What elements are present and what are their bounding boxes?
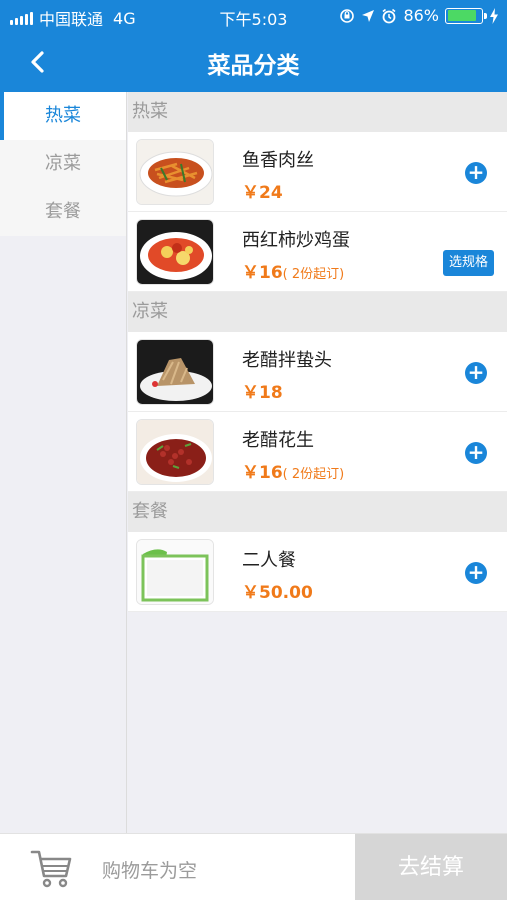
section-header: 热菜: [128, 92, 507, 132]
price-value: ￥18: [242, 383, 283, 403]
add-to-cart-button[interactable]: +: [465, 562, 487, 584]
dish-name: 二人餐: [242, 550, 296, 571]
dish-list[interactable]: 热菜 鱼香肉丝 ￥24 + 西红柿炒鸡蛋 ￥16(2份起订) 选规格 凉菜 老…: [128, 92, 507, 833]
dish-item[interactable]: 二人餐 ￥50.00 +: [128, 532, 507, 612]
jellyfish-salad-photo: [136, 339, 214, 405]
checkout-button[interactable]: 去结算: [355, 834, 507, 900]
category-item-set-meals[interactable]: 套餐: [0, 188, 126, 236]
dish-price: ￥18: [242, 378, 283, 403]
min-order-note: ( 2份起订): [282, 467, 345, 482]
price-value: ￥24: [242, 183, 283, 203]
dish-item[interactable]: 鱼香肉丝 ￥24 +: [128, 132, 507, 212]
plus-icon: +: [467, 440, 485, 464]
min-order-note: ( 2份起订): [282, 267, 345, 282]
alarm-icon: [382, 8, 396, 23]
price-value: ￥50.00: [242, 583, 313, 603]
price-value: ￥16: [242, 263, 283, 283]
plus-icon: +: [467, 560, 485, 584]
top-bar: 中国联通 4G 下午5:03 86% 菜品分类: [0, 0, 507, 92]
section-header: 凉菜: [128, 292, 507, 332]
add-to-cart-button[interactable]: +: [465, 362, 487, 384]
location-icon: [362, 9, 375, 22]
plus-icon: +: [467, 160, 485, 184]
dish-price: ￥16( 2份起订): [242, 458, 344, 483]
category-sidebar: 热菜 凉菜 套餐: [0, 92, 127, 833]
category-item-hot-dishes[interactable]: 热菜: [0, 92, 126, 140]
dish-name: 老醋拌蛰头: [242, 350, 332, 371]
dish-item[interactable]: 老醋拌蛰头 ￥18 +: [128, 332, 507, 412]
charging-icon: [490, 7, 498, 24]
dish-price: ￥16( 2份起订): [242, 258, 344, 283]
section-header: 套餐: [128, 492, 507, 532]
dish-name: 鱼香肉丝: [242, 150, 314, 171]
page-title: 菜品分类: [207, 53, 300, 79]
dish-price: ￥50.00: [242, 578, 313, 603]
tomato-egg-photo: [136, 219, 214, 285]
nav-bar: 菜品分类: [0, 32, 507, 92]
orientation-lock-icon: [340, 8, 355, 23]
category-list: 热菜 凉菜 套餐: [0, 92, 126, 236]
dish-name: 西红柿炒鸡蛋: [242, 230, 350, 251]
dish-item[interactable]: 老醋花生 ￥16( 2份起订) +: [128, 412, 507, 492]
cart-empty-text: 购物车为空: [102, 860, 198, 882]
battery-percent: 86%: [403, 6, 439, 25]
dish-name: 老醋花生: [242, 430, 314, 451]
cart-icon[interactable]: [30, 848, 74, 888]
combo-placeholder-image: [136, 539, 214, 605]
dish-item[interactable]: 西红柿炒鸡蛋 ￥16( 2份起订) 选规格: [128, 212, 507, 292]
plus-icon: +: [467, 360, 485, 384]
category-item-cold-dishes[interactable]: 凉菜: [0, 140, 126, 188]
add-to-cart-button[interactable]: +: [465, 442, 487, 464]
dish-price: ￥24: [242, 178, 283, 203]
vinegar-peanuts-photo: [136, 419, 214, 485]
status-right: 86%: [339, 6, 499, 25]
add-to-cart-button[interactable]: +: [465, 162, 487, 184]
status-bar: 中国联通 4G 下午5:03 86%: [0, 0, 507, 32]
select-spec-button[interactable]: 选规格: [443, 250, 494, 276]
shredded-pork-photo: [136, 139, 214, 205]
cart-bar: 购物车为空 去结算: [0, 833, 507, 900]
price-value: ￥16: [242, 463, 283, 483]
battery-icon: [445, 7, 487, 24]
